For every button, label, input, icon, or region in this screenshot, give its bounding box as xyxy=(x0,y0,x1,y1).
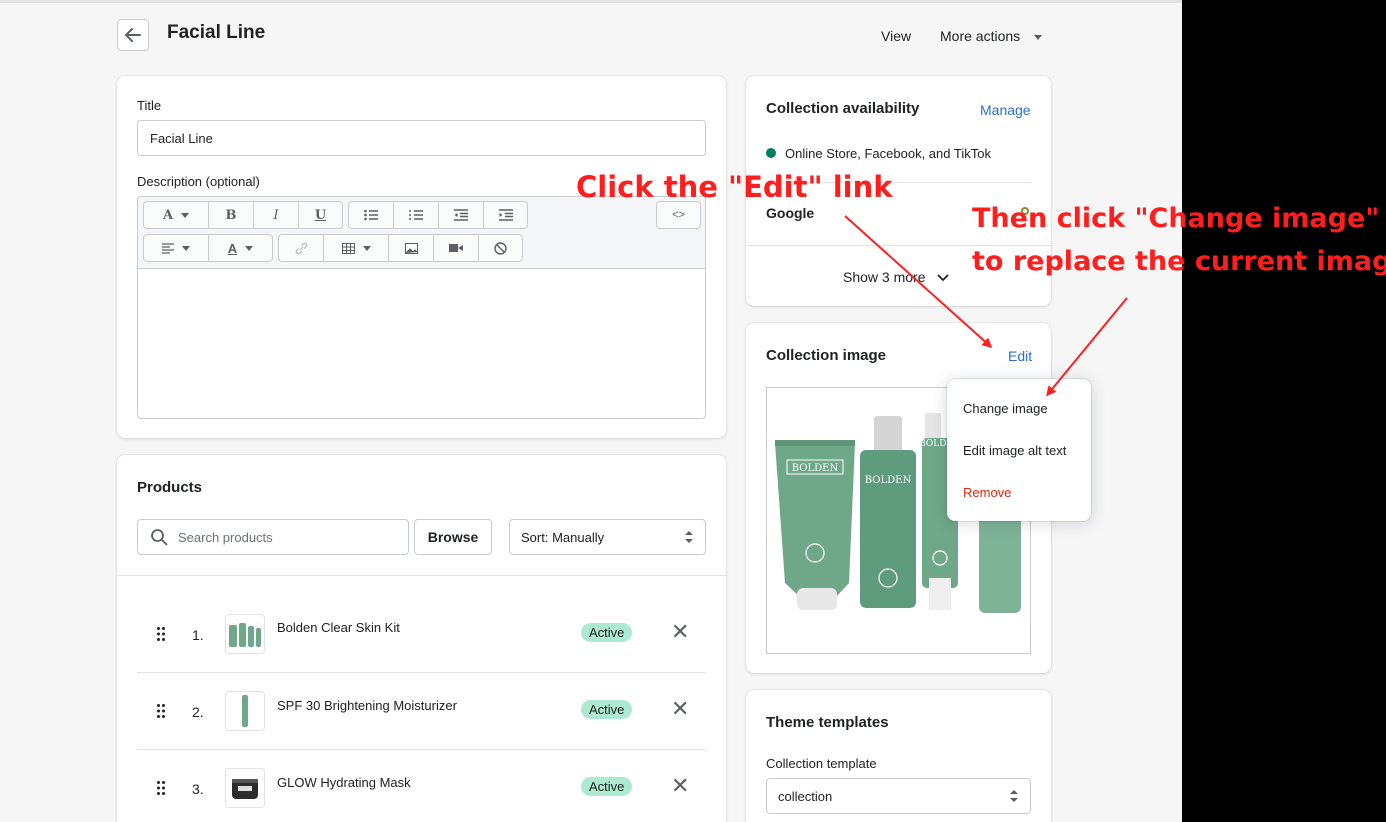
annotation-arrows xyxy=(844,215,1128,397)
arrow-to-change-image xyxy=(1046,297,1128,397)
arrow-to-edit xyxy=(844,215,993,349)
